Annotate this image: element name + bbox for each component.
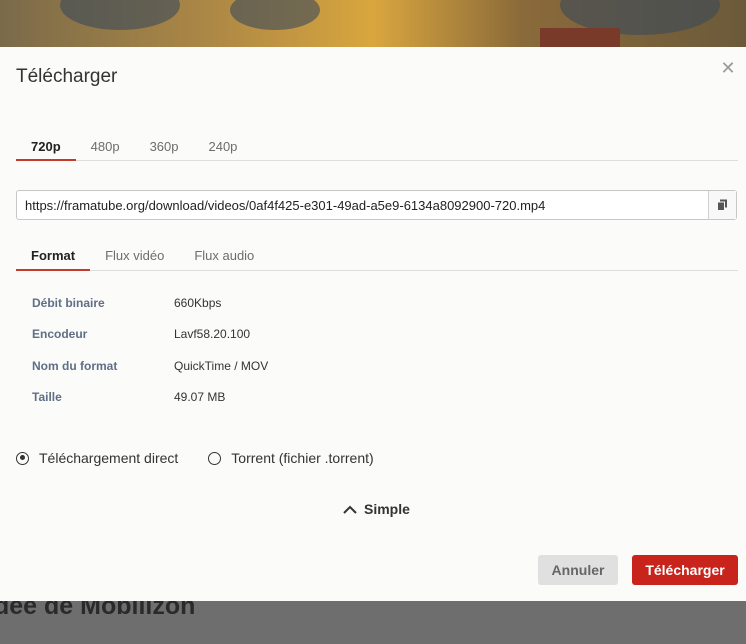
radio-label: Torrent (fichier .torrent) bbox=[231, 450, 374, 466]
metadata-row: Taille 49.07 MB bbox=[32, 382, 268, 414]
tab-480p[interactable]: 480p bbox=[76, 132, 135, 160]
radio-label: Téléchargement direct bbox=[39, 450, 179, 466]
chevron-up-icon bbox=[343, 505, 357, 514]
cancel-button[interactable]: Annuler bbox=[538, 555, 618, 585]
tab-720p[interactable]: 720p bbox=[16, 132, 76, 161]
format-metadata: Débit binaire 660Kbps Encodeur Lavf58.20… bbox=[32, 287, 268, 413]
metadata-row: Débit binaire 660Kbps bbox=[32, 287, 268, 319]
info-tabs: Format Flux vidéo Flux audio bbox=[16, 241, 738, 271]
tab-video-stream[interactable]: Flux vidéo bbox=[90, 241, 179, 270]
radio-checked-icon[interactable] bbox=[16, 451, 29, 465]
metadata-value: 49.07 MB bbox=[174, 390, 226, 405]
metadata-value: 660Kbps bbox=[174, 295, 222, 310]
copy-url-button[interactable] bbox=[708, 191, 736, 219]
radio-unchecked-icon[interactable] bbox=[208, 451, 222, 465]
download-type-group: Téléchargement direct Torrent (fichier .… bbox=[16, 450, 404, 466]
tab-format[interactable]: Format bbox=[16, 241, 91, 271]
radio-torrent[interactable]: Torrent (fichier .torrent) bbox=[208, 450, 374, 466]
close-icon[interactable]: ✕ bbox=[720, 60, 736, 78]
copy-icon bbox=[717, 199, 727, 211]
metadata-key: Encodeur bbox=[32, 327, 88, 342]
metadata-value: QuickTime / MOV bbox=[174, 358, 269, 373]
video-thumbnail-background bbox=[0, 0, 746, 47]
tab-360p[interactable]: 360p bbox=[135, 132, 194, 160]
metadata-key: Nom du format bbox=[32, 358, 118, 373]
modal-title: Télécharger bbox=[16, 66, 118, 87]
thumbnail-detail bbox=[540, 28, 620, 47]
download-button[interactable]: Télécharger bbox=[632, 555, 738, 585]
metadata-key: Taille bbox=[32, 390, 62, 405]
metadata-key: Débit binaire bbox=[32, 295, 105, 310]
radio-direct-download[interactable]: Téléchargement direct bbox=[16, 450, 178, 466]
tab-audio-stream[interactable]: Flux audio bbox=[179, 241, 269, 270]
metadata-row: Encodeur Lavf58.20.100 bbox=[32, 319, 268, 351]
download-modal: Télécharger ✕ 720p 480p 360p 240p Format… bbox=[0, 47, 746, 601]
metadata-row: Nom du format QuickTime / MOV bbox=[32, 350, 268, 382]
resolution-tabs: 720p 480p 360p 240p bbox=[16, 132, 738, 161]
advanced-toggle[interactable]: Simple bbox=[342, 501, 410, 517]
metadata-value: Lavf58.20.100 bbox=[174, 327, 251, 342]
advanced-toggle-label: Simple bbox=[364, 501, 410, 517]
download-url-input[interactable] bbox=[17, 191, 708, 219]
download-url-field bbox=[16, 190, 737, 220]
tab-240p[interactable]: 240p bbox=[193, 132, 252, 160]
